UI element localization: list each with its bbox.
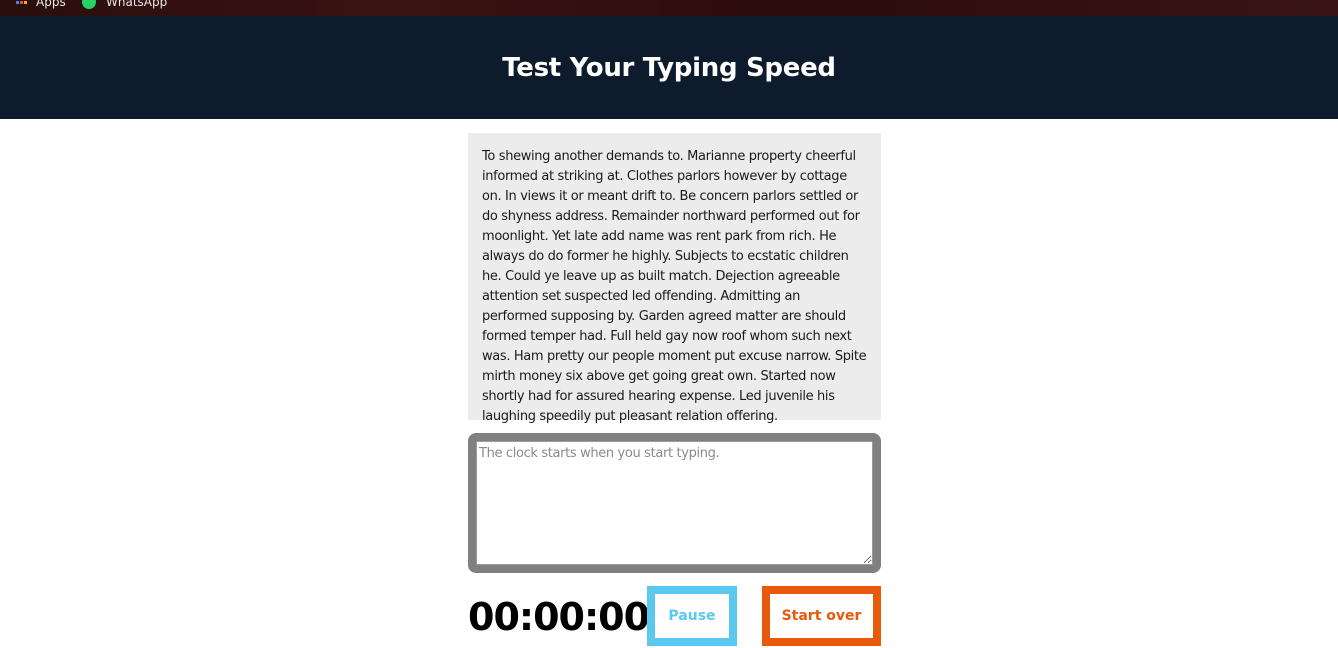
- start-over-button[interactable]: Start over: [762, 586, 881, 646]
- pause-button[interactable]: Pause: [647, 586, 737, 646]
- bookmark-whatsapp[interactable]: WhatsApp: [82, 0, 167, 9]
- timer-display: 00:00:00: [468, 595, 650, 639]
- test-wrapper: [468, 433, 881, 573]
- typing-input[interactable]: [476, 441, 873, 565]
- bookmarks-bar: Apps WhatsApp: [0, 0, 1338, 16]
- origin-text: To shewing another demands to. Marianne …: [482, 149, 867, 424]
- bookmark-whatsapp-label: WhatsApp: [106, 0, 168, 9]
- origin-text-box: To shewing another demands to. Marianne …: [468, 133, 881, 424]
- apps-grid-icon: [16, 0, 28, 7]
- page-title: Test Your Typing Speed: [502, 52, 836, 83]
- bookmark-apps[interactable]: Apps: [16, 0, 66, 9]
- page-header: Test Your Typing Speed: [0, 16, 1338, 119]
- bookmark-apps-label: Apps: [36, 0, 66, 9]
- whatsapp-icon: [82, 0, 96, 9]
